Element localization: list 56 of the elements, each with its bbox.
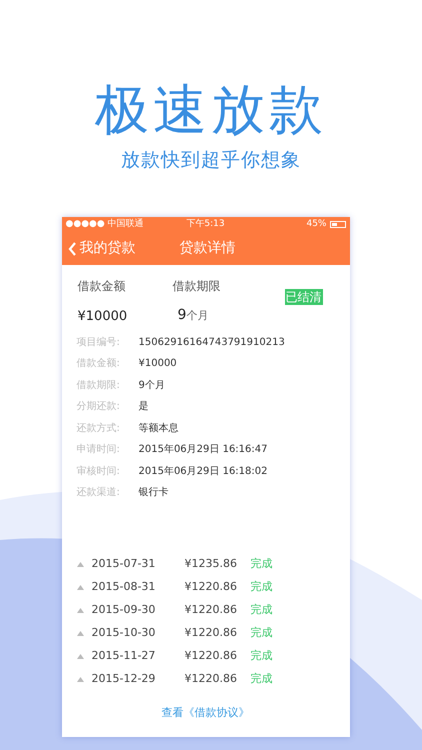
- detail-label: 申请时间:: [76, 442, 121, 458]
- back-icon: [68, 242, 76, 256]
- detail-label: 借款期限:: [76, 378, 121, 393]
- term-value: 9: [178, 306, 186, 324]
- headline: 极速放款: [95, 78, 327, 142]
- clock-text: 下午5:13: [185, 218, 226, 231]
- detail-label: 审核时间:: [76, 464, 121, 479]
- detail-value: 15062916164743791910213: [138, 336, 285, 350]
- amount-label: 借款金额: [78, 278, 126, 294]
- detail-value: 2015年06月29日 16:16:47: [138, 443, 268, 458]
- detail-label: 还款渠道:: [76, 486, 121, 500]
- installment-date: 2015-08-31: [92, 579, 156, 595]
- detail-value: ¥10000: [138, 357, 177, 372]
- installment-amount: ¥1220.86: [184, 625, 238, 641]
- installment-date: 2015-09-30: [92, 602, 156, 618]
- detail-value: 9个月: [138, 378, 165, 393]
- installment-status: 完成: [250, 602, 272, 618]
- triangle-icon: [76, 608, 84, 613]
- installment-amount: ¥1220.86: [184, 602, 238, 618]
- back-button[interactable]: 我的贷款: [62, 238, 136, 259]
- installment-status: 完成: [250, 625, 272, 641]
- detail-value: 是: [138, 400, 148, 414]
- battery-icon: [330, 221, 346, 228]
- installment-status: 完成: [250, 579, 272, 595]
- triangle-icon: [76, 630, 84, 636]
- detail-value: 2015年06月29日 16:18:02: [138, 464, 268, 479]
- agreement-link[interactable]: 查看《借款协议》: [162, 705, 250, 722]
- page-title: 贷款详情: [180, 239, 236, 258]
- triangle-icon: [76, 676, 84, 682]
- installment-status: 完成: [250, 556, 272, 572]
- detail-label: 项目编号:: [76, 336, 121, 350]
- installment-amount: ¥1220.86: [184, 671, 238, 687]
- installment-date: 2015-12-29: [92, 671, 156, 687]
- detail-label: 分期还款:: [76, 400, 121, 414]
- detail-label: 借款金额:: [76, 356, 121, 372]
- installment-date: 2015-07-31: [92, 556, 156, 572]
- subheadline: 放款快到超乎你想象: [121, 148, 301, 173]
- installment-amount: ¥1220.86: [184, 579, 238, 595]
- installment-amount: ¥1220.86: [184, 648, 238, 664]
- installment-status: 完成: [250, 648, 272, 664]
- battery-percent: 45%: [306, 218, 326, 231]
- status-badge: 已结清: [284, 288, 322, 304]
- carrier-text: ●●●●● 中国联通: [66, 218, 145, 231]
- installment-date: 2015-10-30: [92, 625, 156, 641]
- installment-amount: ¥1235.86: [184, 556, 238, 572]
- triangle-icon: [76, 654, 84, 659]
- detail-value: 等额本息: [138, 422, 178, 436]
- installment-date: 2015-11-27: [92, 648, 156, 664]
- term-unit: 个月: [186, 308, 208, 324]
- triangle-icon: [76, 584, 84, 590]
- detail-label: 还款方式:: [76, 422, 121, 436]
- detail-value: 银行卡: [138, 486, 168, 500]
- amount-value: ¥10000: [78, 308, 128, 326]
- triangle-icon: [76, 562, 84, 567]
- term-label: 借款期限: [172, 278, 222, 294]
- installment-status: 完成: [250, 671, 272, 687]
